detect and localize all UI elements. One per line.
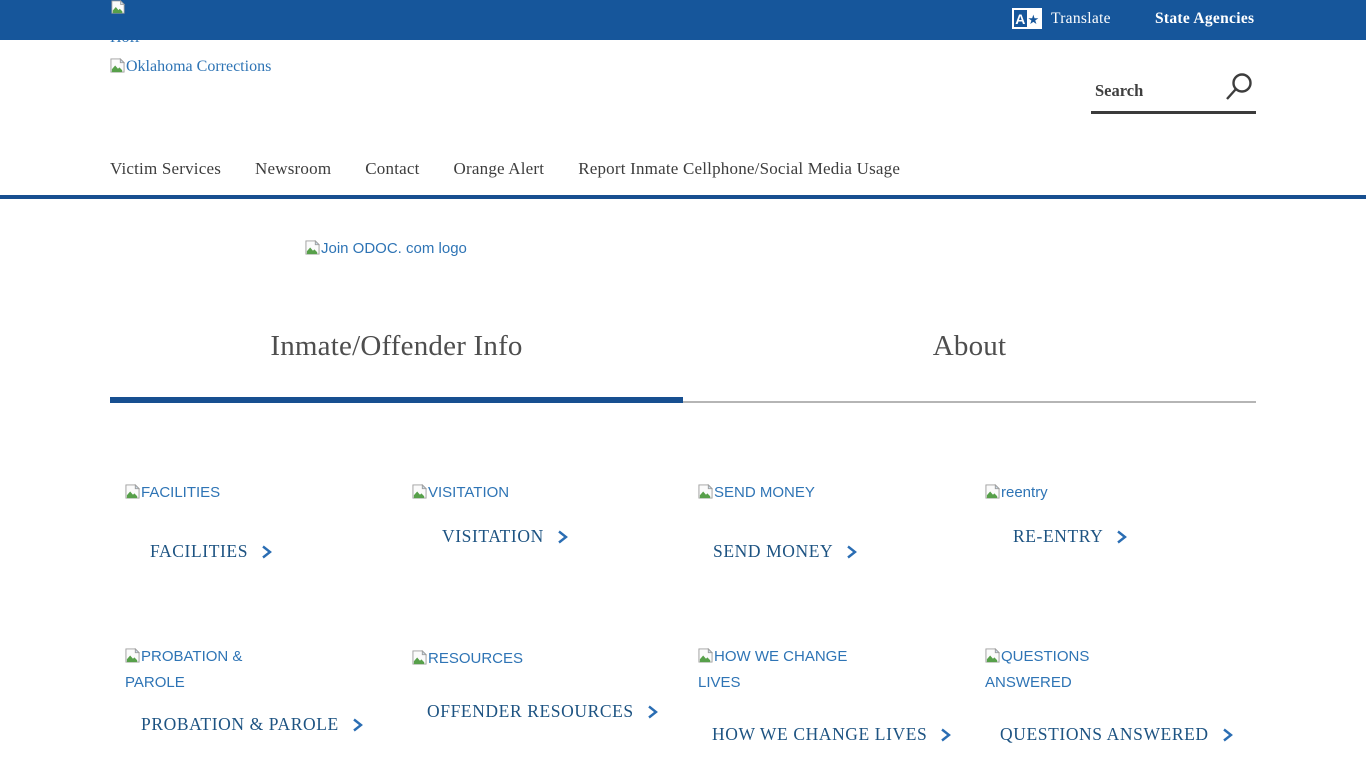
broken-image-icon bbox=[110, 57, 125, 81]
state-agencies-label: State Agencies bbox=[1155, 10, 1254, 28]
card-link-questions-answered[interactable]: QUESTIONS ANSWERED bbox=[1000, 724, 1234, 745]
broken-image-icon bbox=[698, 647, 713, 671]
broken-image-icon bbox=[698, 483, 713, 507]
chevron-right-icon bbox=[260, 544, 273, 560]
card-image-alt-text: SEND MONEY bbox=[714, 484, 815, 501]
active-tab-underline bbox=[110, 397, 683, 403]
nav-item-victim-services[interactable]: Victim Services bbox=[110, 159, 221, 179]
card-image-alt-text: FACILITIES bbox=[141, 484, 220, 501]
card-image-facilities[interactable]: FACILITIES bbox=[125, 481, 220, 507]
nav-item-contact[interactable]: Contact bbox=[365, 159, 419, 179]
search-icon bbox=[1224, 92, 1254, 107]
nav-item-newsroom[interactable]: Newsroom bbox=[255, 159, 331, 179]
card-link-label: SEND MONEY bbox=[713, 541, 833, 562]
tab-about[interactable]: About bbox=[683, 330, 1256, 363]
inactive-tab-underline bbox=[683, 401, 1256, 403]
card-link-send-money[interactable]: SEND MONEY bbox=[713, 541, 858, 562]
search-input[interactable] bbox=[1095, 76, 1213, 106]
chevron-right-icon bbox=[939, 727, 952, 743]
card-link-probation-parole[interactable]: PROBATION & PAROLE bbox=[141, 714, 364, 735]
chevron-right-icon bbox=[351, 717, 364, 733]
card-link-label: VISITATION bbox=[442, 526, 544, 547]
chevron-right-icon bbox=[646, 704, 659, 720]
card-image-alt-text: RESOURCES bbox=[428, 650, 523, 667]
tab-inmate-offender-info[interactable]: Inmate/Offender Info bbox=[110, 330, 683, 363]
home-broken-image-icon[interactable] bbox=[110, 0, 126, 19]
card-image-questions-answered[interactable]: QUESTIONS ANSWERED bbox=[985, 645, 1105, 695]
card-image-alt-text: PROBATION & PAROLE bbox=[125, 648, 242, 691]
broken-image-icon bbox=[412, 649, 427, 673]
main-nav: Victim Services Newsroom Contact Orange … bbox=[110, 159, 900, 179]
card-link-label: QUESTIONS ANSWERED bbox=[1000, 724, 1209, 745]
chevron-right-icon bbox=[1221, 727, 1234, 743]
broken-image-icon bbox=[985, 647, 1000, 671]
broken-image-icon bbox=[125, 647, 140, 671]
nav-divider-rule bbox=[0, 195, 1366, 199]
card-link-label: FACILITIES bbox=[150, 541, 248, 562]
chevron-right-icon bbox=[845, 544, 858, 560]
broken-image-icon bbox=[305, 239, 320, 263]
card-link-facilities[interactable]: FACILITIES bbox=[150, 541, 273, 562]
card-image-alt-text: QUESTIONS ANSWERED bbox=[985, 648, 1089, 691]
card-link-visitation[interactable]: VISITATION bbox=[442, 526, 569, 547]
nav-item-report-usage[interactable]: Report Inmate Cellphone/Social Media Usa… bbox=[578, 159, 900, 179]
svg-text:A: A bbox=[1015, 11, 1025, 27]
card-image-how-we-change-lives[interactable]: HOW WE CHANGE LIVES bbox=[698, 645, 858, 695]
card-link-offender-resources[interactable]: OFFENDER RESOURCES bbox=[427, 701, 659, 722]
page: A ★ Translate State Agencies Hoff bbox=[0, 0, 1366, 768]
card-image-alt-text: HOW WE CHANGE LIVES bbox=[698, 648, 847, 691]
broken-image-icon bbox=[985, 483, 1000, 507]
card-image-probation-parole[interactable]: PROBATION & PAROLE bbox=[125, 645, 275, 695]
card-image-send-money[interactable]: SEND MONEY bbox=[698, 481, 815, 507]
site-logo-link[interactable]: Oklahoma Corrections bbox=[110, 55, 271, 81]
search bbox=[1091, 72, 1256, 114]
card-link-label: PROBATION & PAROLE bbox=[141, 714, 339, 735]
site-logo-alt-text: Oklahoma Corrections bbox=[126, 58, 271, 75]
card-image-reentry[interactable]: reentry bbox=[985, 481, 1048, 507]
translate-icon: A ★ bbox=[1012, 8, 1042, 29]
broken-image-icon bbox=[125, 483, 140, 507]
utility-bar: A ★ Translate State Agencies bbox=[0, 0, 1366, 40]
chevron-right-icon bbox=[556, 529, 569, 545]
card-image-resources[interactable]: RESOURCES bbox=[412, 647, 523, 673]
card-image-alt-text: VISITATION bbox=[428, 484, 509, 501]
translate-label: Translate bbox=[1051, 10, 1111, 28]
card-image-visitation[interactable]: VISITATION bbox=[412, 481, 509, 507]
card-link-re-entry[interactable]: RE-ENTRY bbox=[1013, 526, 1128, 547]
card-link-how-we-change-lives[interactable]: HOW WE CHANGE LIVES bbox=[712, 724, 952, 745]
card-link-label: HOW WE CHANGE LIVES bbox=[712, 724, 927, 745]
card-link-label: RE-ENTRY bbox=[1013, 526, 1103, 547]
search-button[interactable] bbox=[1224, 72, 1254, 107]
join-odoc-alt-text: Join ODOC. com logo bbox=[321, 240, 467, 257]
nav-item-orange-alert[interactable]: Orange Alert bbox=[454, 159, 545, 179]
card-image-alt-text: reentry bbox=[1001, 484, 1048, 501]
translate-button[interactable]: A ★ Translate bbox=[1012, 8, 1111, 29]
broken-image-icon bbox=[412, 483, 427, 507]
search-underline bbox=[1091, 111, 1256, 114]
state-agencies-link[interactable]: State Agencies bbox=[1155, 10, 1254, 28]
join-odoc-logo-link[interactable]: Join ODOC. com logo bbox=[305, 237, 467, 263]
svg-text:★: ★ bbox=[1028, 12, 1040, 27]
chevron-right-icon bbox=[1115, 529, 1128, 545]
card-link-label: OFFENDER RESOURCES bbox=[427, 701, 634, 722]
